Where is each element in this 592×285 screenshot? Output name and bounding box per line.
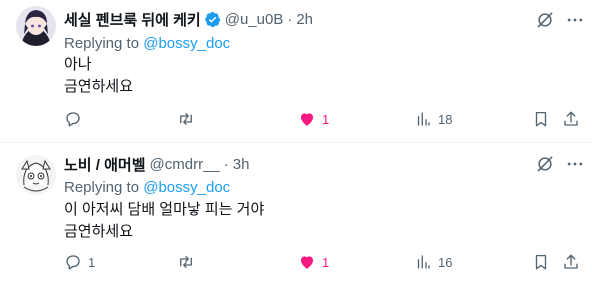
tweet-text-line: 금연하세요 — [64, 223, 134, 240]
replying-to-label: Replying to — [64, 35, 144, 52]
views-button[interactable]: 16 — [414, 251, 452, 273]
tweet-text: 이 아저씨 담배 얼마낳 피는 거야 금연하세요 — [64, 199, 264, 243]
separator-dot: · — [287, 10, 293, 28]
avatar[interactable] — [16, 6, 56, 46]
retweet-icon — [180, 113, 192, 125]
action-bar: 1 1 16 — [64, 251, 584, 273]
tweet-text: 아나 금연하세요 — [64, 54, 133, 98]
replying-to: Replying to @bossy_doc — [64, 35, 230, 52]
verified-badge-icon — [204, 11, 221, 27]
tweet-header: 세실 펜브룩 뒤에 케키 @u_u0B · 2h — [64, 9, 313, 29]
handle[interactable]: @u_u0B — [225, 11, 284, 28]
timestamp[interactable]: 3h — [233, 156, 250, 173]
views-icon — [417, 112, 430, 126]
avatar-image — [16, 155, 56, 195]
reply-icon — [66, 255, 80, 270]
separator-dot: · — [223, 155, 229, 173]
bookmark-button[interactable] — [532, 108, 550, 130]
action-bar: 1 18 — [64, 108, 584, 130]
retweet-icon — [180, 256, 192, 268]
reply-button[interactable]: 1 — [64, 251, 95, 273]
views-button[interactable]: 18 — [414, 108, 452, 130]
replying-to-label: Replying to — [64, 179, 144, 196]
like-count: 1 — [322, 254, 330, 270]
reply-count: 1 — [88, 254, 96, 270]
share-icon — [564, 254, 578, 269]
retweet-button[interactable] — [177, 108, 201, 130]
share-icon — [564, 111, 578, 126]
heart-filled-icon — [301, 113, 313, 126]
reply-button[interactable] — [64, 108, 88, 130]
replying-to: Replying to @bossy_doc — [64, 179, 230, 196]
like-count: 1 — [322, 111, 330, 127]
bookmark-icon — [535, 254, 547, 270]
mention-link[interactable]: @bossy_doc — [143, 35, 230, 52]
tweet-text-line: 아나 — [64, 56, 92, 73]
retweet-button[interactable] — [177, 251, 201, 273]
mention-link[interactable]: @bossy_doc — [143, 179, 230, 196]
views-count: 18 — [438, 111, 453, 127]
like-button[interactable]: 1 — [298, 108, 329, 130]
like-button[interactable]: 1 — [298, 251, 329, 273]
views-count: 16 — [438, 254, 453, 270]
avatar[interactable] — [16, 155, 56, 195]
more-options-icon[interactable] — [565, 154, 585, 174]
share-button[interactable] — [562, 108, 580, 130]
display-name[interactable]: 세실 펜브룩 뒤에 케키 — [64, 9, 201, 30]
views-icon — [417, 255, 430, 269]
reply-icon — [66, 112, 80, 127]
share-button[interactable] — [562, 251, 580, 273]
avatar-image — [16, 6, 56, 46]
tweet-text-line: 이 아저씨 담배 얼마낳 피는 거야 — [64, 201, 265, 218]
more-options-icon[interactable] — [565, 10, 585, 30]
handle[interactable]: @cmdrr__ — [150, 156, 220, 173]
grok-icon[interactable] — [535, 154, 555, 174]
timestamp[interactable]: 2h — [296, 11, 313, 28]
display-name[interactable]: 노비 / 애머벨 — [64, 154, 146, 175]
tweet-header: 노비 / 애머벨 @cmdrr__ · 3h — [64, 154, 249, 174]
heart-filled-icon — [301, 256, 313, 269]
bookmark-icon — [535, 111, 547, 127]
grok-icon[interactable] — [535, 10, 555, 30]
bookmark-button[interactable] — [532, 251, 550, 273]
tweet-text-line: 금연하세요 — [64, 78, 134, 95]
